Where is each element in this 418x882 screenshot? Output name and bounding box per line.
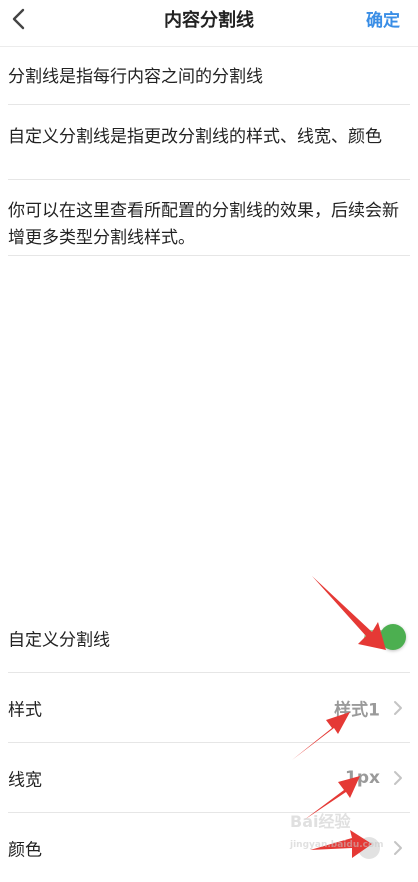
description-row: 自定义分割线是指更改分割线的样式、线宽、颜色	[8, 124, 410, 180]
description-row: 分割线是指每行内容之间的分割线	[8, 64, 410, 105]
width-label: 线宽	[8, 770, 42, 791]
style-row[interactable]: 样式 样式1	[8, 674, 410, 743]
chevron-right-icon	[394, 701, 402, 715]
confirm-button[interactable]: 确定	[366, 6, 400, 31]
width-row[interactable]: 线宽 1px	[8, 744, 410, 813]
watermark: Bai经验 jingyan.baidu.com	[290, 808, 410, 862]
color-label: 颜色	[8, 840, 42, 861]
style-label: 样式	[8, 700, 42, 721]
width-value: 1px	[345, 768, 380, 788]
page-title: 内容分割线	[164, 10, 254, 31]
toggle-knob	[380, 624, 406, 650]
custom-divider-toggle[interactable]	[364, 624, 406, 650]
watermark-text: Bai经验	[290, 812, 351, 831]
watermark-subtext: jingyan.baidu.com	[290, 840, 384, 850]
custom-divider-label: 自定义分割线	[8, 630, 110, 651]
description-row: 你可以在这里查看所配置的分割线的效果，后续会新增更多类型分割线样式。	[8, 198, 410, 256]
nav-bar: 内容分割线 确定	[0, 0, 418, 47]
custom-divider-row: 自定义分割线	[8, 604, 410, 673]
chevron-right-icon	[394, 771, 402, 785]
style-value: 样式1	[334, 700, 380, 721]
